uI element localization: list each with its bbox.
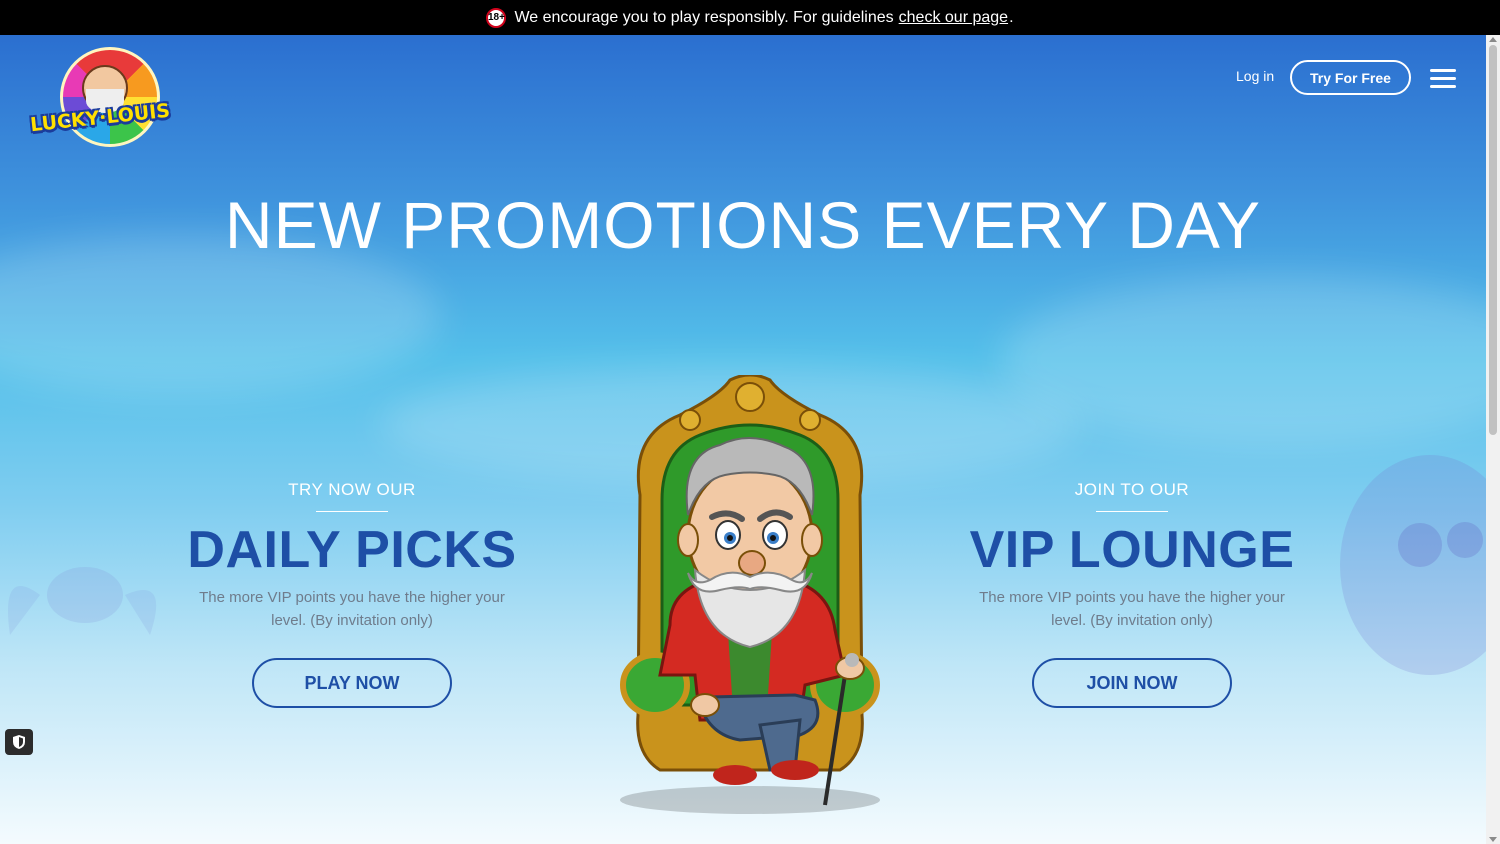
promo-kicker: JOIN TO OUR: [1074, 480, 1190, 499]
responsible-gaming-bar: 18+ We encourage you to play responsibly…: [0, 0, 1500, 35]
daily-picks-promo: TRY NOW OUR DAILY PICKS The more VIP poi…: [152, 480, 552, 708]
login-link[interactable]: Log in: [1236, 68, 1274, 84]
promo-kicker: TRY NOW OUR: [288, 480, 416, 499]
responsible-gaming-message: We encourage you to play responsibly. Fo…: [514, 8, 894, 26]
message-suffix: .: [1009, 8, 1014, 26]
try-for-free-button[interactable]: Try For Free: [1290, 60, 1411, 95]
vip-lounge-promo: JOIN TO OUR VIP LOUNGE The more VIP poin…: [932, 480, 1332, 708]
guidelines-link[interactable]: check our page: [899, 9, 1008, 27]
age-18-badge-icon: 18+: [486, 7, 507, 28]
scroll-down-arrow-icon[interactable]: [1489, 837, 1497, 842]
hero-headline: NEW PROMOTIONS EVERY DAY: [224, 188, 1262, 262]
character-on-throne-illustration: [620, 375, 880, 814]
shield-icon: [13, 735, 25, 749]
page-scrollbar[interactable]: [1486, 35, 1500, 844]
scroll-up-arrow-icon[interactable]: [1489, 37, 1497, 42]
hamburger-menu-icon[interactable]: [1430, 69, 1456, 89]
decorative-creature-silhouette: [1340, 455, 1486, 675]
kicker-divider: [1096, 511, 1168, 512]
hero-section: LUCKY·LOUIS Log in Try For Free NEW PROM…: [0, 35, 1486, 844]
scrollbar-thumb[interactable]: [1489, 45, 1497, 435]
lucky-louis-logo[interactable]: LUCKY·LOUIS: [29, 45, 171, 150]
promo-description: The more VIP points you have the higher …: [979, 589, 1285, 629]
promo-title: VIP LOUNGE: [969, 521, 1295, 579]
kicker-divider: [316, 511, 388, 512]
play-now-button[interactable]: PLAY NOW: [252, 658, 452, 708]
promo-description: The more VIP points you have the higher …: [199, 589, 505, 629]
decorative-bird-silhouette: [8, 567, 157, 635]
promo-title: DAILY PICKS: [187, 521, 517, 579]
privacy-shield-button[interactable]: [5, 729, 33, 755]
join-now-button[interactable]: JOIN NOW: [1032, 658, 1232, 708]
